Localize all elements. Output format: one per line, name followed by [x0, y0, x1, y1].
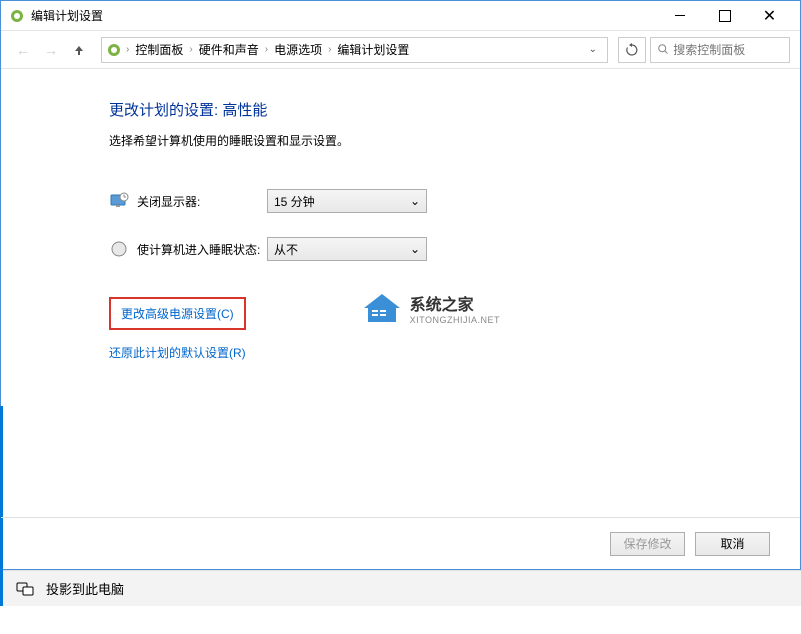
- cancel-button[interactable]: 取消: [695, 532, 770, 556]
- breadcrumb[interactable]: › 控制面板 › 硬件和声音 › 电源选项 › 编辑计划设置 ⌄: [101, 37, 608, 63]
- sleep-row: 使计算机进入睡眠状态: 从不 ⌄: [109, 237, 760, 261]
- taskbar-item[interactable]: 投影到此电脑: [0, 570, 801, 606]
- chevron-down-icon: ⌄: [410, 194, 420, 208]
- search-input[interactable]: [673, 43, 783, 57]
- back-button[interactable]: ←: [11, 38, 35, 62]
- page-subtitle: 选择希望计算机使用的睡眠设置和显示设置。: [109, 132, 760, 149]
- breadcrumb-item[interactable]: 编辑计划设置: [331, 41, 415, 58]
- window-title: 编辑计划设置: [31, 7, 657, 24]
- breadcrumb-dropdown[interactable]: ⌄: [583, 44, 603, 55]
- display-timeout-label: 关闭显示器:: [137, 193, 267, 210]
- project-icon: [16, 580, 34, 598]
- advanced-power-settings-link[interactable]: 更改高级电源设置(C): [109, 297, 246, 330]
- breadcrumb-item[interactable]: 控制面板: [129, 41, 189, 58]
- save-button[interactable]: 保存修改: [610, 532, 685, 556]
- chevron-down-icon: ⌄: [410, 242, 420, 256]
- power-plan-icon: [106, 42, 122, 58]
- sleep-icon: [109, 239, 129, 259]
- page-title: 更改计划的设置: 高性能: [109, 99, 760, 120]
- maximize-button[interactable]: [702, 2, 747, 30]
- house-icon: [362, 292, 402, 324]
- display-timeout-row: 关闭显示器: 15 分钟 ⌄: [109, 189, 760, 213]
- watermark-url: XITONGZHIJIA.NET: [410, 315, 500, 325]
- app-icon: [9, 8, 25, 24]
- search-icon: [657, 43, 669, 57]
- search-box[interactable]: [650, 37, 790, 63]
- up-button[interactable]: [67, 38, 91, 62]
- forward-button[interactable]: →: [39, 38, 63, 62]
- refresh-button[interactable]: [618, 37, 646, 63]
- restore-defaults-link[interactable]: 还原此计划的默认设置(R): [109, 344, 760, 361]
- titlebar: 编辑计划设置 ✕: [1, 1, 800, 31]
- minimize-button[interactable]: [657, 2, 702, 30]
- footer: 保存修改 取消: [1, 517, 800, 569]
- display-timeout-select[interactable]: 15 分钟 ⌄: [267, 189, 427, 213]
- close-button[interactable]: ✕: [747, 2, 792, 30]
- taskbar-label: 投影到此电脑: [46, 579, 124, 598]
- sleep-select[interactable]: 从不 ⌄: [267, 237, 427, 261]
- watermark: 系统之家 XITONGZHIJIA.NET: [362, 291, 500, 325]
- breadcrumb-item[interactable]: 电源选项: [268, 41, 328, 58]
- watermark-title: 系统之家: [410, 291, 500, 315]
- monitor-icon: [109, 191, 129, 211]
- navbar: ← → › 控制面板 › 硬件和声音 › 电源选项 › 编辑计划设置 ⌄: [1, 31, 800, 69]
- sleep-label: 使计算机进入睡眠状态:: [137, 241, 267, 258]
- breadcrumb-item[interactable]: 硬件和声音: [193, 41, 265, 58]
